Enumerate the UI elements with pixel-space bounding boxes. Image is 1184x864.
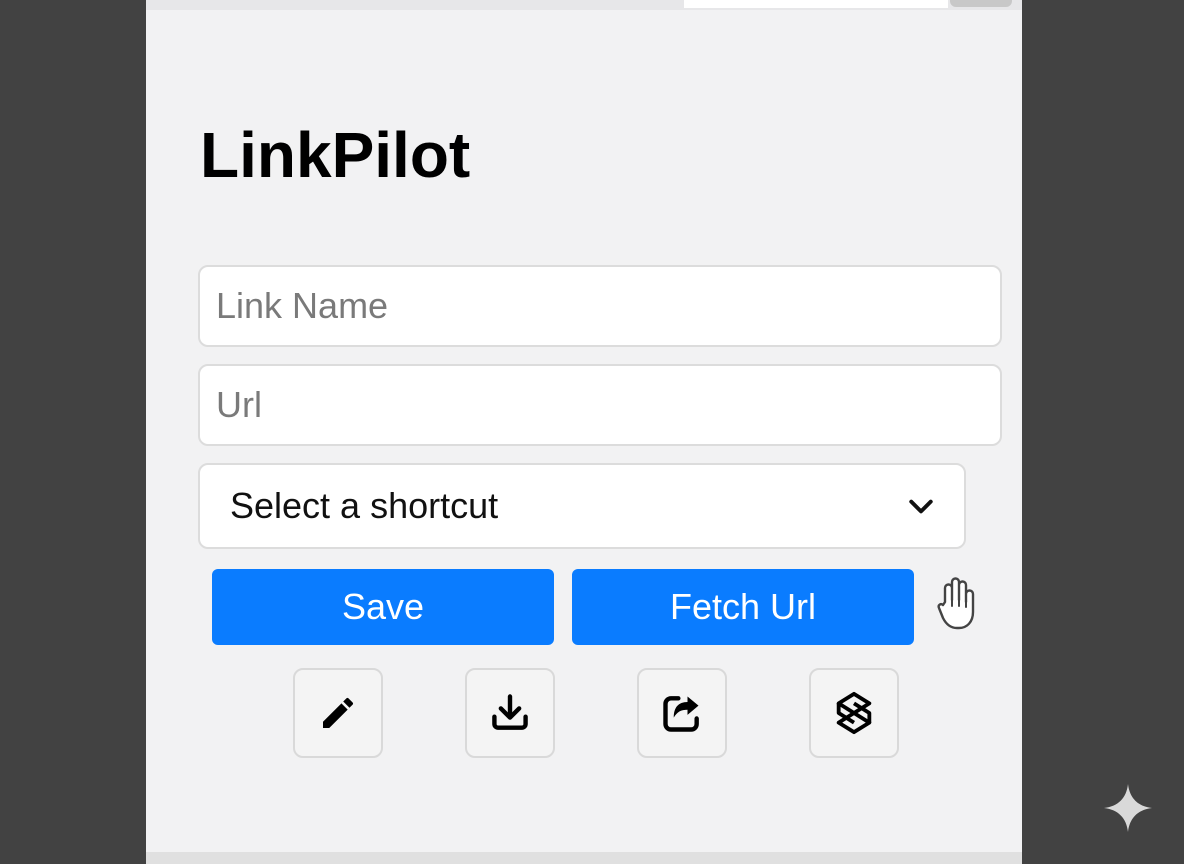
download-icon	[492, 694, 528, 730]
share-icon	[663, 696, 699, 732]
pencil-icon	[323, 697, 354, 728]
save-button[interactable]: Save	[212, 569, 554, 645]
app-title: LinkPilot	[200, 119, 471, 191]
link-name-input[interactable]	[198, 265, 1002, 347]
sync-button[interactable]	[809, 668, 899, 758]
browser-scroll-tab	[950, 0, 1012, 7]
shortcut-select[interactable]: Select a shortcut	[198, 463, 966, 549]
browser-bottom-strip	[146, 852, 1022, 864]
url-input[interactable]	[198, 364, 1002, 446]
fetch-url-button[interactable]: Fetch Url	[572, 569, 914, 645]
sync-icon	[836, 691, 872, 735]
extension-popup: LinkPilot Select a shortcut Save Fetch U…	[146, 10, 1022, 852]
browser-tab-strip	[684, 0, 948, 8]
screen: LinkPilot Select a shortcut Save Fetch U…	[0, 0, 1184, 864]
sparkle-icon	[1104, 784, 1152, 832]
download-button[interactable]	[465, 668, 555, 758]
share-button[interactable]	[637, 668, 727, 758]
chevron-down-icon	[909, 499, 933, 514]
edit-button[interactable]	[293, 668, 383, 758]
hand-icon[interactable]	[936, 572, 976, 634]
shortcut-select-value: Select a shortcut	[230, 485, 499, 526]
